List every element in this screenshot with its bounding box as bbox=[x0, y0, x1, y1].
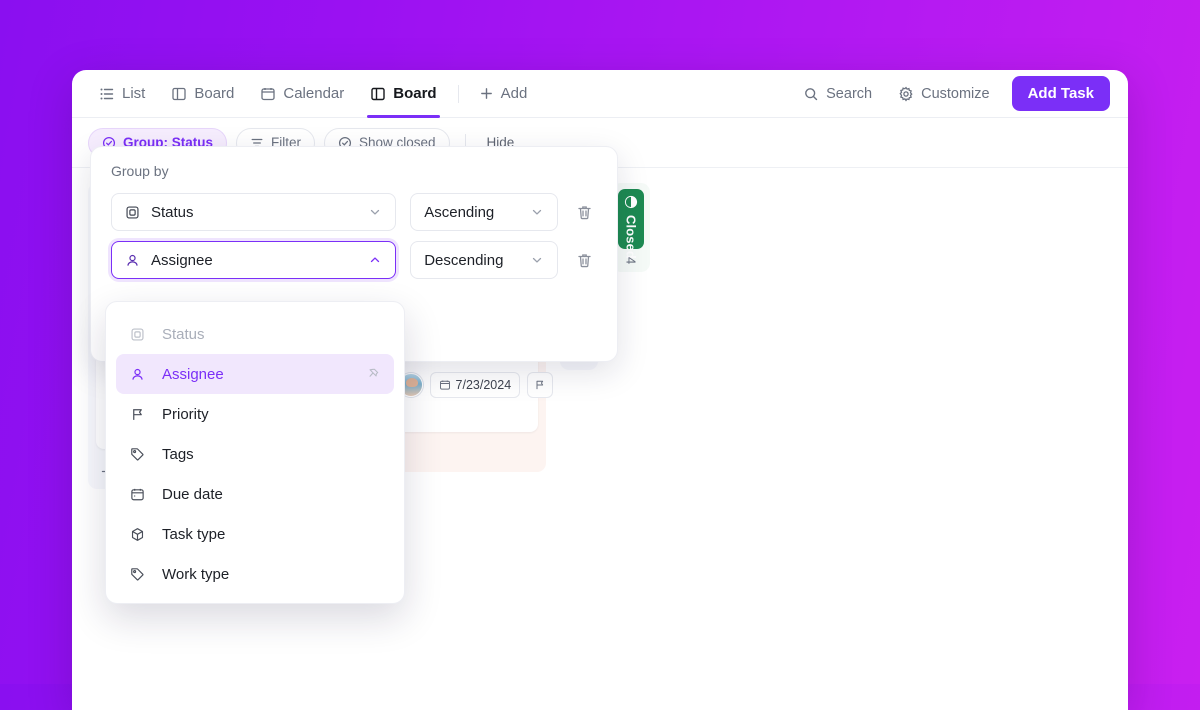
tab-board[interactable]: Board bbox=[160, 70, 245, 118]
dropdown-item-label: Assignee bbox=[162, 365, 224, 383]
tab-board-active[interactable]: Board bbox=[359, 70, 447, 118]
group-by-order-label: Descending bbox=[424, 251, 504, 269]
status-icon bbox=[130, 327, 148, 342]
plus-icon bbox=[479, 86, 494, 101]
priority-flag-chip[interactable] bbox=[527, 372, 554, 398]
dropdown-item-label: Work type bbox=[162, 565, 230, 583]
group-by-field-label: Assignee bbox=[151, 251, 213, 269]
cube-icon bbox=[130, 527, 148, 542]
dropdown-item-assignee[interactable]: Assignee bbox=[116, 354, 394, 394]
add-task-button[interactable]: Add Task bbox=[1011, 76, 1110, 111]
flag-icon bbox=[130, 407, 148, 422]
view-tabs: List Board Calendar Board Add bbox=[88, 70, 537, 118]
tab-list[interactable]: List bbox=[88, 70, 156, 118]
tab-board-active-label: Board bbox=[393, 85, 437, 102]
chevron-down-icon bbox=[530, 205, 544, 219]
dropdown-item-tags[interactable]: Tags bbox=[116, 434, 394, 474]
person-icon bbox=[125, 253, 140, 268]
dropdown-item-work-type[interactable]: Work type bbox=[116, 554, 394, 594]
group-by-field-label: Status bbox=[151, 203, 194, 221]
board-icon bbox=[171, 86, 187, 102]
group-by-row: Status Ascending bbox=[111, 193, 597, 231]
dropdown-item-due-date[interactable]: Due date bbox=[116, 474, 394, 514]
customize-label: Customize bbox=[921, 85, 990, 102]
add-view-button[interactable]: Add bbox=[469, 70, 538, 118]
board-icon bbox=[370, 86, 386, 102]
pin-icon[interactable] bbox=[366, 367, 380, 381]
dropdown-item-label: Status bbox=[162, 325, 205, 343]
dropdown-item-status: Status bbox=[116, 314, 394, 354]
chevron-up-icon bbox=[368, 253, 382, 267]
tab-calendar-label: Calendar bbox=[283, 85, 345, 102]
status-badge-closed: Closed bbox=[618, 189, 644, 259]
gear-icon bbox=[898, 86, 914, 102]
dropdown-item-label: Priority bbox=[162, 405, 209, 423]
search-icon bbox=[803, 86, 819, 102]
tag-icon bbox=[130, 447, 148, 462]
dropdown-item-task-type[interactable]: Task type bbox=[116, 514, 394, 554]
group-by-order-select-0[interactable]: Ascending bbox=[410, 193, 558, 231]
due-date-label: 7/23/2024 bbox=[455, 378, 512, 392]
delete-group-by-row-0-button[interactable] bbox=[572, 200, 597, 225]
customize-button[interactable]: Customize bbox=[888, 80, 1000, 108]
flag-icon bbox=[534, 379, 546, 391]
person-icon bbox=[130, 367, 148, 382]
group-by-field-select-1[interactable]: Assignee bbox=[111, 241, 397, 279]
top-toolbar: List Board Calendar Board Add Search Cus… bbox=[72, 70, 1128, 118]
chevron-down-icon bbox=[530, 253, 544, 267]
calendar-icon bbox=[130, 487, 148, 502]
tab-list-label: List bbox=[122, 85, 146, 102]
collapsed-column-label: Closed bbox=[623, 215, 639, 259]
collapsed-column-count: 4 bbox=[623, 257, 639, 265]
group-by-order-select-1[interactable]: Descending bbox=[410, 241, 558, 279]
calendar-icon bbox=[439, 379, 451, 391]
group-by-field-dropdown: Status Assignee Priority Tags Due date T… bbox=[105, 301, 405, 604]
toolbar-right-actions: Search Customize Add Task bbox=[793, 76, 1110, 111]
chevron-down-icon bbox=[368, 205, 382, 219]
group-by-title: Group by bbox=[111, 163, 169, 179]
app-window: List Board Calendar Board Add Search Cus… bbox=[72, 70, 1128, 710]
list-icon bbox=[99, 86, 115, 102]
dropdown-item-label: Tags bbox=[162, 445, 194, 463]
add-view-label: Add bbox=[500, 85, 528, 102]
calendar-icon bbox=[260, 86, 276, 102]
status-icon bbox=[125, 205, 140, 220]
tab-board-label: Board bbox=[194, 85, 235, 102]
dropdown-item-label: Due date bbox=[162, 485, 223, 503]
dropdown-item-priority[interactable]: Priority bbox=[116, 394, 394, 434]
tab-calendar[interactable]: Calendar bbox=[249, 70, 355, 118]
delete-group-by-row-1-button[interactable] bbox=[572, 248, 597, 273]
dropdown-item-label: Task type bbox=[162, 525, 226, 543]
group-by-field-select-0[interactable]: Status bbox=[111, 193, 397, 231]
group-by-order-label: Ascending bbox=[424, 203, 495, 221]
clock-icon bbox=[624, 195, 638, 209]
due-date-chip[interactable]: 7/23/2024 bbox=[429, 372, 521, 398]
search-label: Search bbox=[826, 85, 873, 102]
tag-icon bbox=[130, 567, 148, 582]
group-by-row: Assignee Descending bbox=[111, 241, 597, 279]
search-button[interactable]: Search bbox=[793, 80, 882, 108]
toolbar-divider bbox=[457, 84, 459, 103]
